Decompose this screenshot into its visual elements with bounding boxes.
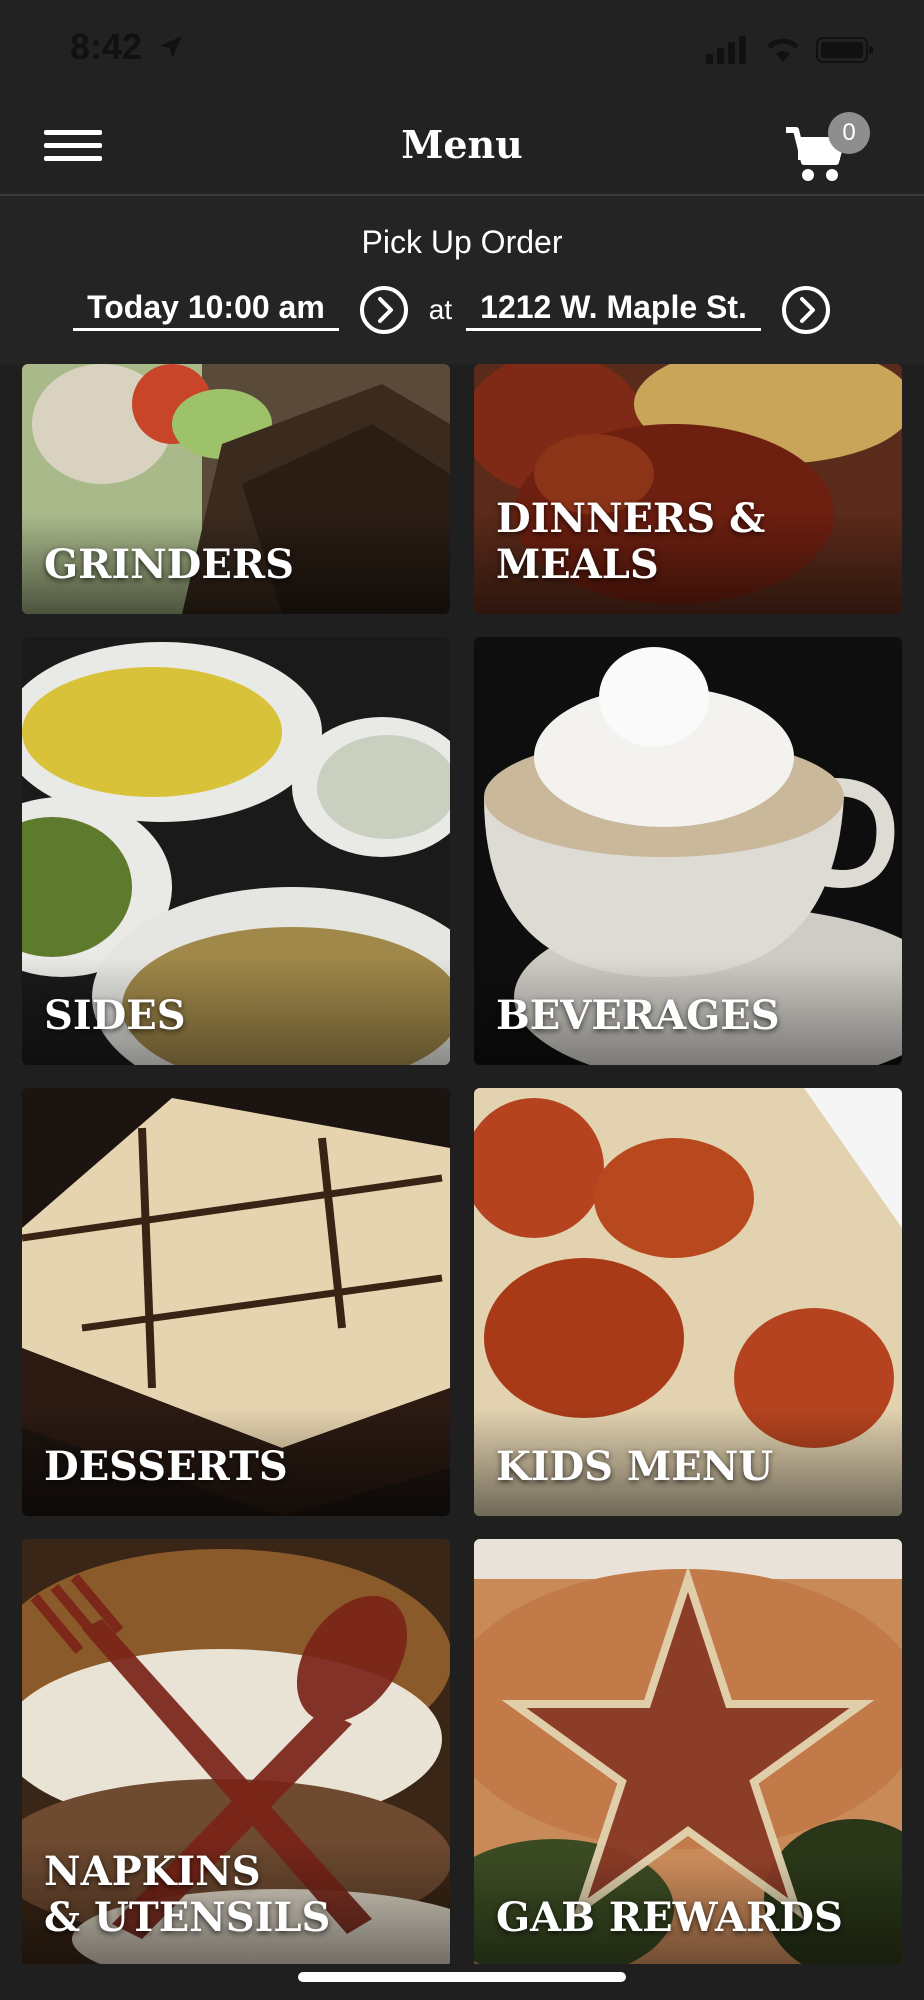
pickup-order-bar: Pick Up Order Today 10:00 am at 1212 W. … — [0, 196, 924, 364]
nav-bar: Menu 0 — [0, 100, 924, 196]
category-label: SIDES — [44, 992, 186, 1039]
cart-count-badge: 0 — [828, 112, 870, 154]
category-tile-beverages[interactable]: BEVERAGES — [474, 637, 902, 1065]
category-label: GAB REWARDS — [496, 1894, 843, 1941]
category-tile-sides[interactable]: SIDES — [22, 637, 450, 1065]
home-indicator[interactable] — [298, 1972, 626, 1982]
pickup-title: Pick Up Order — [361, 224, 563, 260]
wifi-icon — [767, 38, 799, 62]
status-time: 8:42 — [70, 26, 143, 67]
pickup-details: Today 10:00 am at 1212 W. Maple St. — [0, 282, 924, 338]
category-grid: GRINDERS DINNERS & MEALS SIDES BEVERAGES… — [0, 364, 924, 1964]
pickup-location-link[interactable]: 1212 W. Maple St. — [466, 289, 761, 331]
category-tile-desserts[interactable]: DESSERTS — [22, 1088, 450, 1516]
pickup-location-arrow-icon[interactable] — [781, 285, 831, 335]
category-tile-napkins-utensils[interactable]: NAPKINS & UTENSILS — [22, 1539, 450, 1964]
category-label: GRINDERS — [44, 541, 294, 588]
category-tile-grinders[interactable]: GRINDERS — [22, 364, 450, 614]
category-label: DINNERS & MEALS — [496, 495, 766, 588]
category-label: NAPKINS & UTENSILS — [44, 1848, 331, 1941]
location-arrow-icon — [160, 36, 182, 58]
category-label: BEVERAGES — [496, 992, 780, 1039]
cart-button[interactable]: 0 — [784, 112, 870, 184]
category-tile-gab-rewards[interactable]: GAB REWARDS — [474, 1539, 902, 1964]
category-label: DESSERTS — [44, 1443, 288, 1490]
category-label: KIDS MENU — [496, 1443, 774, 1490]
pickup-time-arrow-icon[interactable] — [359, 285, 409, 335]
category-tile-dinners-meals[interactable]: DINNERS & MEALS — [474, 364, 902, 614]
pickup-time-link[interactable]: Today 10:00 am — [73, 289, 339, 331]
signal-icon — [706, 36, 746, 64]
battery-icon — [816, 37, 873, 63]
pickup-at-label: at — [428, 294, 453, 325]
category-tile-kids-menu[interactable]: KIDS MENU — [474, 1088, 902, 1516]
status-bar: 8:42 — [0, 0, 924, 100]
